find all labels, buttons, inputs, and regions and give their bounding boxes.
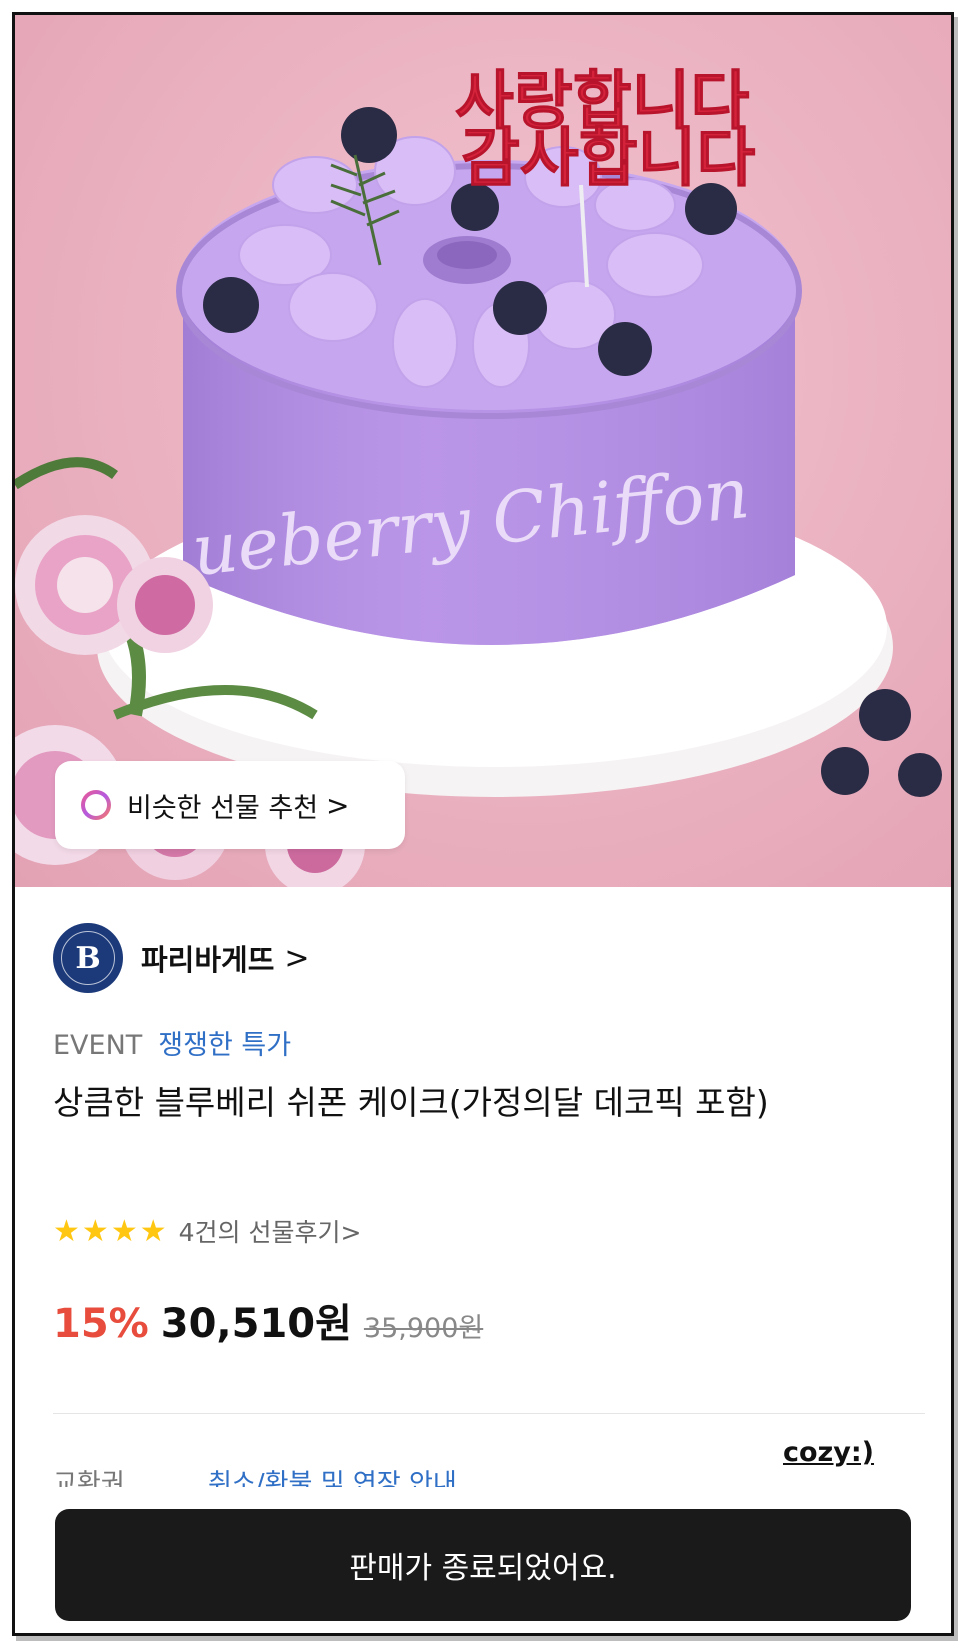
brand-logo: B [53,923,123,993]
review-count: 4건의 선물후기> [178,1218,362,1247]
voucher-label: 교환권 [53,1469,125,1487]
brand-name: 파리바게뜨 [141,943,275,977]
discount-rate: 15% [53,1301,149,1347]
bottom-bar: 판매가 종료되었어요. [15,1490,951,1633]
star-icon: ★ [53,1213,80,1249]
brand-link[interactable]: B 파리바게뜨 > [53,923,310,993]
star-rating: ★ ★ ★ ★ [53,1214,169,1249]
product-image: ueberry Chiffon 사랑합니다 감사합니다 비슷한 선물 추천 > [15,15,951,887]
product-title: 상큼한 블루베리 쉬폰 케이크(가정의달 데코픽 포함) [53,1083,769,1122]
watermark-text: cozy:) [783,1437,875,1468]
star-icon: ★ [139,1213,167,1249]
refund-policy-link[interactable]: 취소/환불 및 연장 안내 [208,1463,457,1487]
sale-price: 30,510원 [160,1301,352,1347]
cake-illustration: ueberry Chiffon 사랑합니다 감사합니다 [15,65,942,887]
original-price: 35,900원 [363,1313,484,1344]
similar-gift-button[interactable]: 비슷한 선물 추천 > [55,761,405,849]
logo-ring [61,931,115,985]
chevron-right-icon: > [326,788,350,822]
star-icon: ★ [81,1213,109,1249]
event-tag: EVENT [53,1030,143,1061]
similar-gift-label: 비슷한 선물 추천 [127,792,319,824]
star-icon: ★ [110,1213,138,1249]
topper-line-2: 감사합니다 [461,122,756,196]
event-row: EVENT 쟁쟁한 특가 [53,1023,291,1062]
sold-out-button[interactable]: 판매가 종료되었어요. [55,1509,911,1621]
reviews-link[interactable]: ★ ★ ★ ★ 4건의 선물후기> [53,1213,361,1249]
gradient-ring-icon [81,790,111,820]
event-text: 쟁쟁한 특가 [158,1030,292,1061]
price-row: 15% 30,510원 35,900원 [53,1291,483,1349]
app-frame: ueberry Chiffon 사랑합니다 감사합니다 비슷한 선물 추천 > … [12,12,954,1636]
chevron-right-icon: > [284,940,310,976]
divider [53,1413,925,1414]
